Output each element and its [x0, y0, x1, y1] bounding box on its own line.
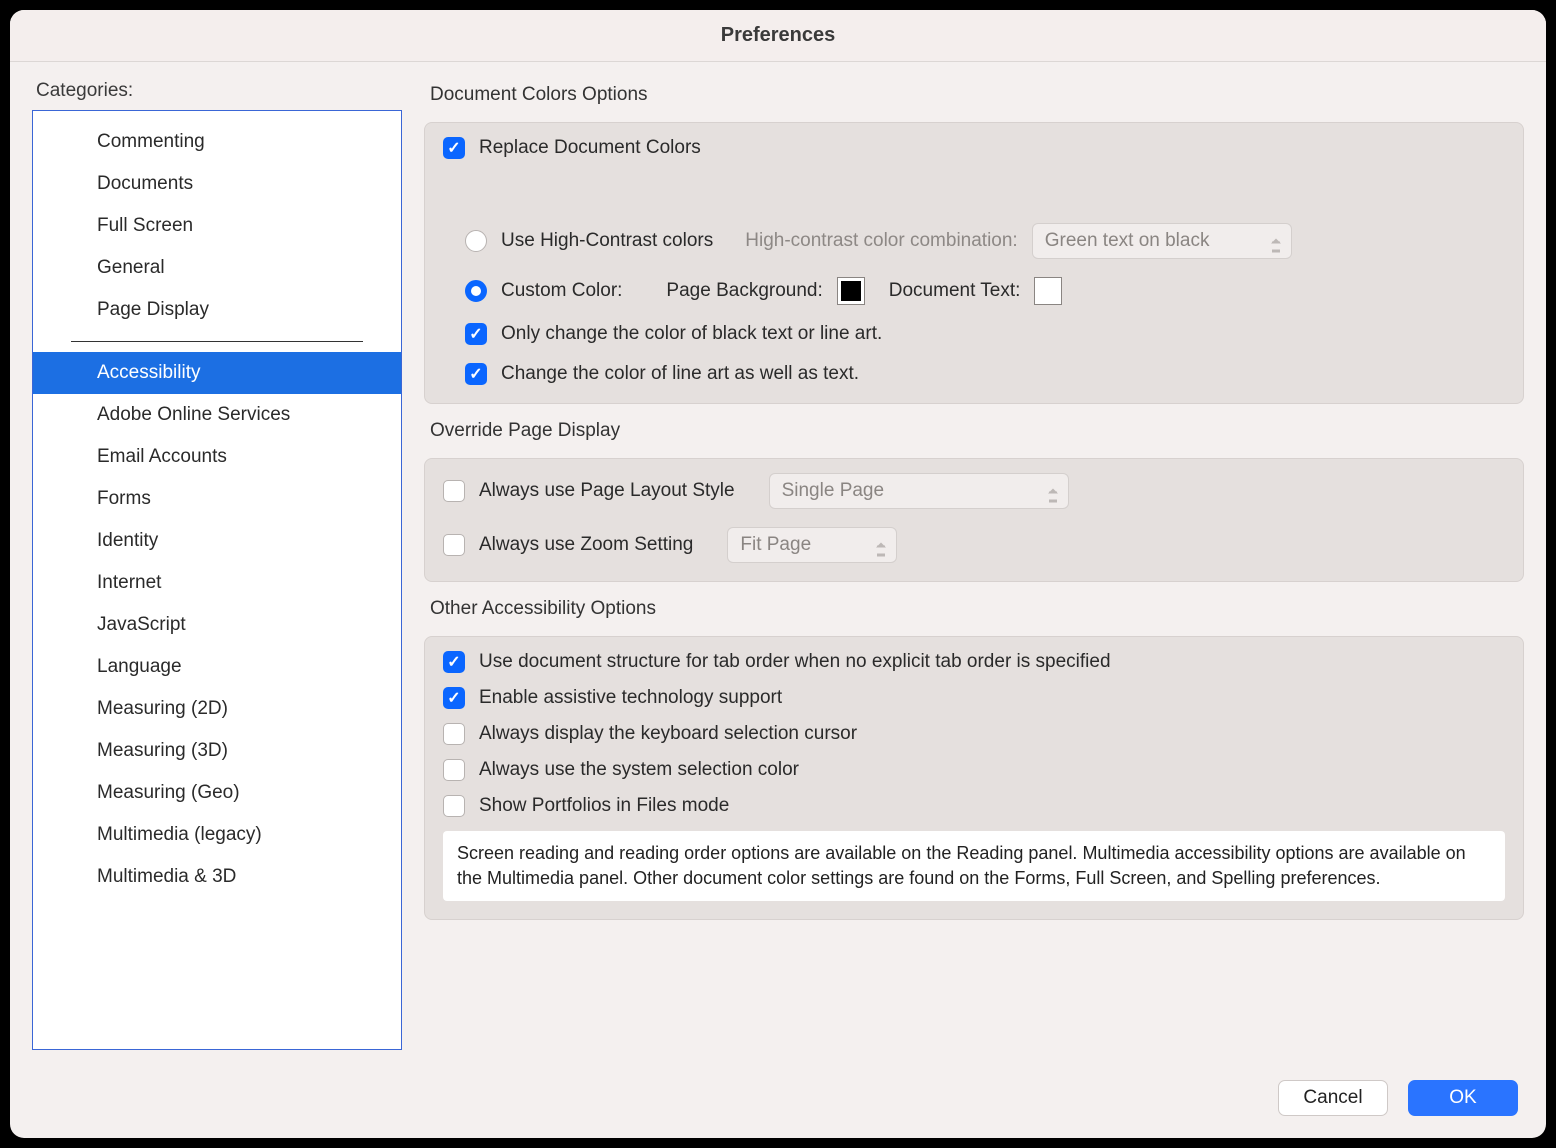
ok-button[interactable]: OK — [1408, 1080, 1518, 1116]
sidebar-item-accessibility[interactable]: Accessibility — [33, 352, 401, 394]
checkbox-assistive[interactable] — [443, 687, 465, 709]
sidebar-item-page-display[interactable]: Page Display — [33, 289, 401, 331]
label-tab-order: Use document structure for tab order whe… — [479, 651, 1111, 673]
select-zoom-setting: Fit Page — [727, 527, 897, 563]
section-title-other: Other Accessibility Options — [430, 598, 1524, 620]
sidebar-item-forms[interactable]: Forms — [33, 478, 401, 520]
checkbox-kb-cursor[interactable] — [443, 723, 465, 745]
main-panel: Document Colors Options Replace Document… — [424, 80, 1524, 1050]
checkbox-sys-sel-color[interactable] — [443, 759, 465, 781]
sidebar-column: Categories: CommentingDocumentsFull Scre… — [32, 80, 402, 1050]
sidebar-item-general[interactable]: General — [33, 247, 401, 289]
sidebar-item-measuring-2d-[interactable]: Measuring (2D) — [33, 688, 401, 730]
label-portfolios: Show Portfolios in Files mode — [479, 795, 729, 817]
dialog-footer: Cancel OK — [10, 1068, 1546, 1138]
checkbox-replace-doc-colors[interactable] — [443, 137, 465, 159]
label-custom-color: Custom Color: — [501, 280, 622, 302]
checkbox-tab-order[interactable] — [443, 651, 465, 673]
checkbox-layout-style[interactable] — [443, 480, 465, 502]
swatch-document-text[interactable] — [1034, 277, 1062, 305]
sidebar-item-javascript[interactable]: JavaScript — [33, 604, 401, 646]
sidebar-separator — [71, 341, 363, 342]
sidebar-heading: Categories: — [36, 80, 402, 102]
checkbox-portfolios[interactable] — [443, 795, 465, 817]
label-layout-style: Always use Page Layout Style — [479, 480, 735, 502]
label-hc-combo: High-contrast color combination: — [745, 230, 1017, 252]
sidebar-item-multimedia-3d[interactable]: Multimedia & 3D — [33, 856, 401, 898]
label-zoom-setting: Always use Zoom Setting — [479, 534, 693, 556]
sidebar-item-measuring-geo-[interactable]: Measuring (Geo) — [33, 772, 401, 814]
label-sys-sel-color: Always use the system selection color — [479, 759, 799, 781]
sidebar-item-identity[interactable]: Identity — [33, 520, 401, 562]
sidebar-item-language[interactable]: Language — [33, 646, 401, 688]
dialog-body: Categories: CommentingDocumentsFull Scre… — [10, 62, 1546, 1068]
radio-high-contrast[interactable] — [465, 230, 487, 252]
sidebar-item-commenting[interactable]: Commenting — [33, 121, 401, 163]
select-layout-style: Single Page — [769, 473, 1069, 509]
label-kb-cursor: Always display the keyboard selection cu… — [479, 723, 857, 745]
label-replace-doc-colors: Replace Document Colors — [479, 137, 701, 159]
checkbox-line-art[interactable] — [465, 363, 487, 385]
label-page-bg: Page Background: — [666, 280, 822, 302]
dialog-title: Preferences — [10, 10, 1546, 62]
section-page-display: Always use Page Layout Style Single Page… — [424, 458, 1524, 582]
sidebar-item-multimedia-legacy-[interactable]: Multimedia (legacy) — [33, 814, 401, 856]
sidebar-item-documents[interactable]: Documents — [33, 163, 401, 205]
label-high-contrast: Use High-Contrast colors — [501, 230, 713, 252]
section-other: Use document structure for tab order whe… — [424, 636, 1524, 920]
swatch-page-background[interactable] — [837, 277, 865, 305]
label-line-art: Change the color of line art as well as … — [501, 363, 859, 385]
checkbox-only-black[interactable] — [465, 323, 487, 345]
preferences-dialog: Preferences Categories: CommentingDocume… — [10, 10, 1546, 1138]
label-assistive: Enable assistive technology support — [479, 687, 782, 709]
section-doc-colors: Replace Document Colors Use High-Contras… — [424, 122, 1524, 404]
sidebar-item-adobe-online-services[interactable]: Adobe Online Services — [33, 394, 401, 436]
info-text: Screen reading and reading order options… — [443, 831, 1505, 901]
sidebar-item-internet[interactable]: Internet — [33, 562, 401, 604]
sidebar-item-full-screen[interactable]: Full Screen — [33, 205, 401, 247]
section-title-page-display: Override Page Display — [430, 420, 1524, 442]
select-hc-combo: Green text on black — [1032, 223, 1292, 259]
checkbox-zoom-setting[interactable] — [443, 534, 465, 556]
sidebar-item-measuring-3d-[interactable]: Measuring (3D) — [33, 730, 401, 772]
section-title-doc-colors: Document Colors Options — [430, 84, 1524, 106]
cancel-button[interactable]: Cancel — [1278, 1080, 1388, 1116]
label-only-black: Only change the color of black text or l… — [501, 323, 882, 345]
category-list[interactable]: CommentingDocumentsFull ScreenGeneralPag… — [32, 110, 402, 1050]
radio-custom-color[interactable] — [465, 280, 487, 302]
label-doc-text: Document Text: — [889, 280, 1021, 302]
sidebar-item-email-accounts[interactable]: Email Accounts — [33, 436, 401, 478]
